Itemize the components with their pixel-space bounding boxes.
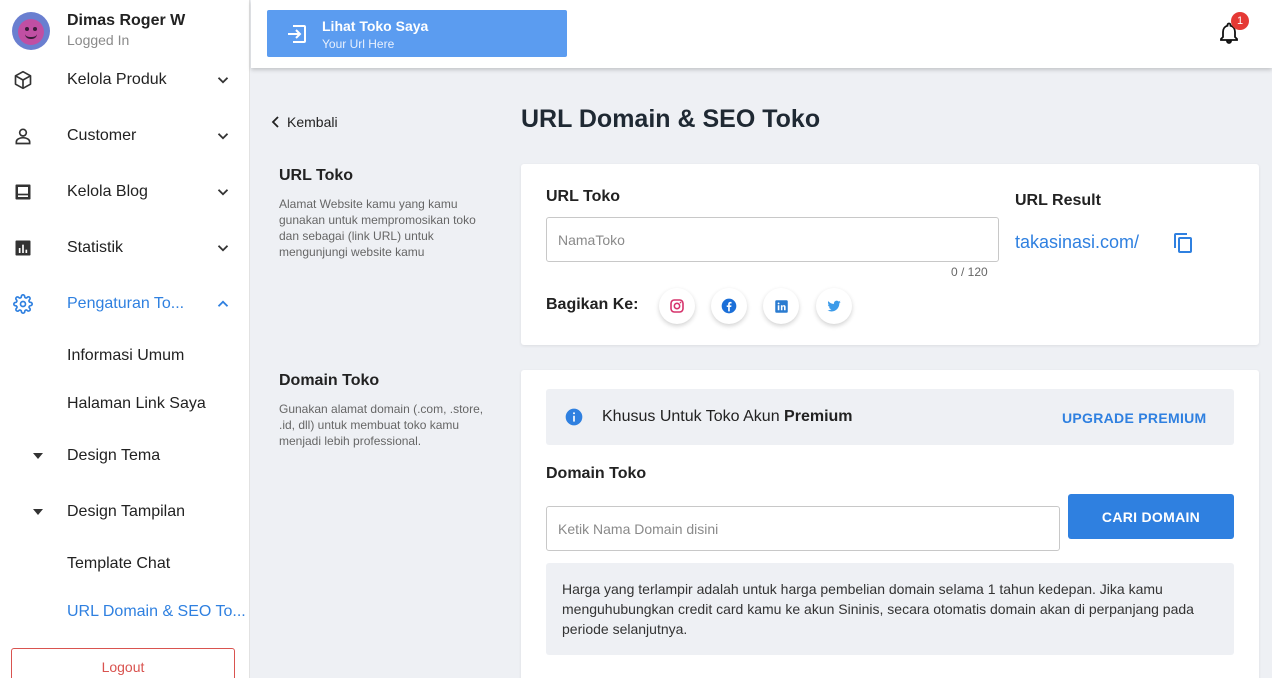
sidebar-subitem-label: Design Tampilan bbox=[67, 503, 185, 520]
caret-down-icon bbox=[33, 509, 43, 515]
domain-input[interactable] bbox=[546, 506, 1060, 551]
sidebar-item-label: Kelola Blog bbox=[67, 183, 148, 200]
sidebar-item-pengaturan-toko[interactable]: Pengaturan To... bbox=[0, 284, 250, 324]
url-result-label: URL Result bbox=[1015, 192, 1101, 209]
sidebar-item-label: Statistik bbox=[67, 239, 124, 256]
instagram-share-button[interactable] bbox=[659, 288, 695, 324]
url-char-counter: 0 / 120 bbox=[951, 265, 988, 279]
section-title-domain: Domain Toko bbox=[279, 372, 380, 389]
person-icon bbox=[13, 126, 33, 146]
domain-field-label: Domain Toko bbox=[546, 465, 647, 482]
visit-store-title: Lihat Toko Saya bbox=[322, 18, 429, 34]
url-input[interactable] bbox=[546, 217, 999, 262]
chevron-down-icon bbox=[217, 245, 229, 252]
sidebar-subitem-template-chat[interactable]: Template Chat bbox=[0, 546, 250, 582]
enter-icon bbox=[288, 25, 306, 43]
profile[interactable]: Dimas Roger W Logged In bbox=[12, 12, 185, 50]
page-title: URL Domain & SEO Toko bbox=[521, 105, 821, 133]
facebook-share-button[interactable] bbox=[711, 288, 747, 324]
profile-name: Dimas Roger W bbox=[67, 12, 186, 29]
url-card: URL Toko 0 / 120 URL Result takasinasi.c… bbox=[521, 164, 1259, 345]
sidebar-subitem-halaman-link[interactable]: Halaman Link Saya bbox=[0, 386, 250, 422]
chart-icon bbox=[13, 238, 33, 258]
sidebar-item-label: Kelola Produk bbox=[67, 71, 167, 88]
package-icon bbox=[13, 70, 33, 90]
chevron-down-icon bbox=[217, 77, 229, 84]
instagram-icon bbox=[670, 299, 684, 313]
search-domain-button[interactable]: CARI DOMAIN bbox=[1068, 494, 1234, 539]
sidebar-subitem-url-domain[interactable]: URL Domain & SEO To... bbox=[0, 594, 250, 630]
chevron-up-icon bbox=[217, 300, 229, 307]
back-link[interactable]: Kembali bbox=[271, 114, 338, 130]
info-icon bbox=[565, 408, 583, 426]
section-title-url: URL Toko bbox=[279, 167, 354, 184]
blog-icon bbox=[13, 182, 33, 202]
facebook-icon bbox=[721, 298, 737, 314]
notification-badge: 1 bbox=[1231, 12, 1249, 30]
avatar bbox=[12, 12, 50, 50]
sidebar-subitem-label: Design Tema bbox=[67, 447, 161, 464]
twitter-icon bbox=[827, 300, 841, 312]
linkedin-icon bbox=[774, 299, 788, 313]
visit-store-button[interactable]: Lihat Toko Saya Your Url Here bbox=[267, 10, 567, 57]
upgrade-premium-link[interactable]: UPGRADE PREMIUM bbox=[1062, 410, 1207, 426]
sidebar-subitem-design-tema[interactable]: Design Tema bbox=[0, 438, 250, 474]
url-field-label: URL Toko bbox=[546, 188, 621, 205]
profile-status: Logged In bbox=[67, 32, 130, 48]
gear-icon bbox=[13, 294, 33, 314]
chevron-left-icon bbox=[271, 116, 279, 128]
sidebar-item-label: Pengaturan To... bbox=[67, 295, 185, 312]
sidebar-item-customer[interactable]: Customer bbox=[0, 116, 250, 156]
premium-notice-text: Khusus Untuk Toko Akun Premium bbox=[602, 408, 853, 425]
sidebar-item-kelola-blog[interactable]: Kelola Blog bbox=[0, 172, 250, 212]
copy-icon[interactable] bbox=[1171, 230, 1195, 256]
domain-price-note: Harga yang terlampir adalah untuk harga … bbox=[546, 563, 1234, 655]
back-label: Kembali bbox=[287, 114, 338, 130]
share-label: Bagikan Ke: bbox=[546, 296, 639, 313]
sidebar: Dimas Roger W Logged In Kelola Produk Cu… bbox=[0, 0, 250, 678]
domain-card: Khusus Untuk Toko Akun Premium UPGRADE P… bbox=[521, 370, 1259, 678]
sidebar-subitem-label: Template Chat bbox=[67, 555, 171, 572]
twitter-share-button[interactable] bbox=[816, 288, 852, 324]
visit-store-url: Your Url Here bbox=[322, 37, 395, 51]
linkedin-share-button[interactable] bbox=[763, 288, 799, 324]
sidebar-item-statistik[interactable]: Statistik bbox=[0, 228, 250, 268]
sidebar-subitem-label: URL Domain & SEO To... bbox=[67, 603, 246, 620]
sidebar-subitem-design-tampilan[interactable]: Design Tampilan bbox=[0, 494, 250, 530]
chevron-down-icon bbox=[217, 133, 229, 140]
sidebar-subitem-label: Informasi Umum bbox=[67, 347, 185, 364]
url-result-value[interactable]: takasinasi.com/ bbox=[1015, 232, 1139, 253]
caret-down-icon bbox=[33, 453, 43, 459]
logout-button[interactable]: Logout bbox=[11, 648, 235, 678]
premium-notice: Khusus Untuk Toko Akun Premium UPGRADE P… bbox=[546, 389, 1234, 445]
section-desc-url: Alamat Website kamu yang kamu gunakan un… bbox=[279, 197, 476, 259]
sidebar-subitem-label: Halaman Link Saya bbox=[67, 395, 206, 412]
topbar: Lihat Toko Saya Your Url Here 1 bbox=[251, 0, 1272, 68]
chevron-down-icon bbox=[217, 189, 229, 196]
sidebar-item-kelola-produk[interactable]: Kelola Produk bbox=[0, 60, 250, 100]
sidebar-subitem-informasi-umum[interactable]: Informasi Umum bbox=[0, 338, 250, 374]
sidebar-item-label: Customer bbox=[67, 127, 137, 144]
section-desc-domain: Gunakan alamat domain (.com, .store, .id… bbox=[279, 402, 484, 448]
